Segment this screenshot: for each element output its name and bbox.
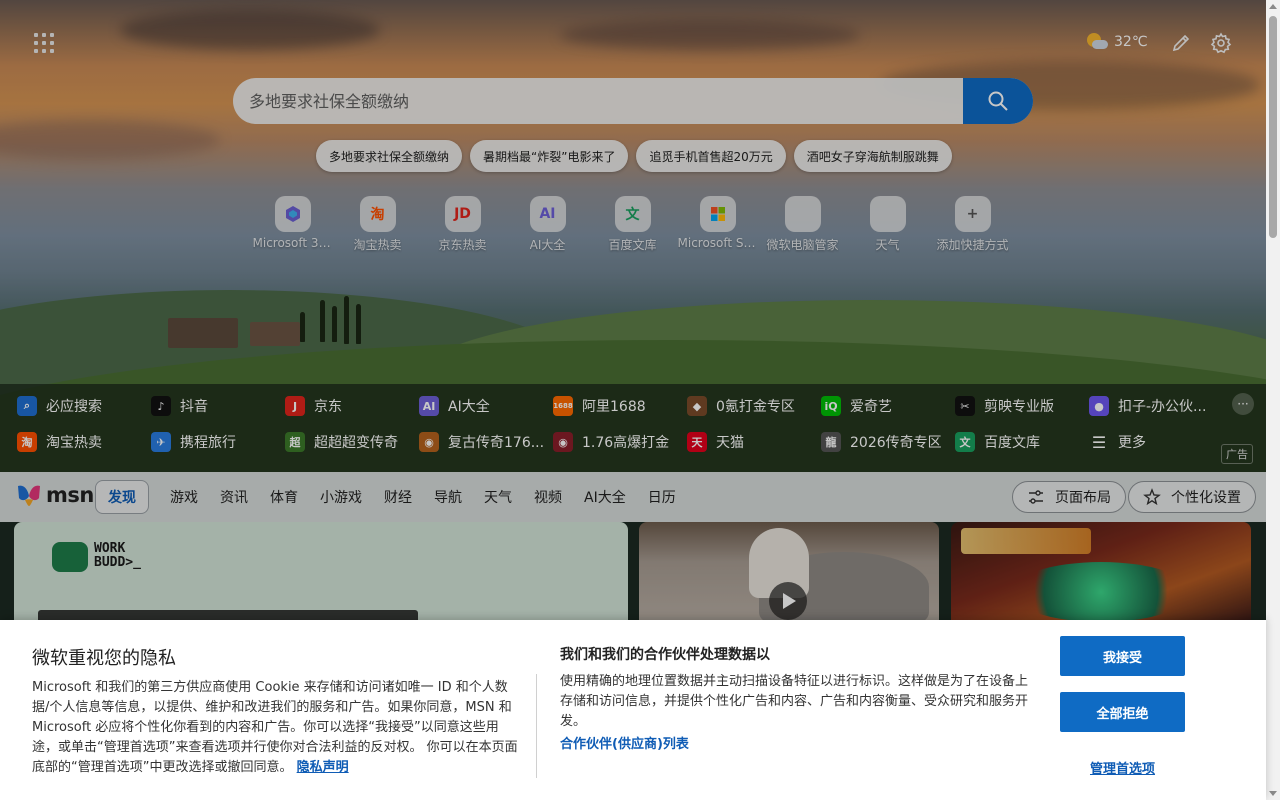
privacy-banner: 微软重视您的隐私 Microsoft 和我们的第三方供应商使用 Cookie 来… (0, 620, 1266, 800)
privacy-body-text: Microsoft 和我们的第三方供应商使用 Cookie 来存储和访问诸如唯一… (32, 680, 518, 775)
scroll-up-icon[interactable] (1269, 4, 1277, 9)
page-scrollbar[interactable] (1266, 0, 1280, 800)
privacy-title: 微软重视您的隐私 (32, 648, 176, 669)
scroll-down-icon[interactable] (1269, 791, 1277, 796)
accept-button[interactable]: 我接受 (1060, 636, 1185, 676)
privacy-body: Microsoft 和我们的第三方供应商使用 Cookie 来存储和访问诸如唯一… (32, 678, 518, 778)
privacy-subtitle: 我们和我们的合作伙伴处理数据以 (560, 647, 770, 663)
reject-all-button[interactable]: 全部拒绝 (1060, 692, 1185, 732)
privacy-purpose-text: 使用精确的地理位置数据并主动扫描设备特征以进行标识。这样做是为了在设备上存储和访… (560, 674, 1029, 729)
partners-list-link[interactable]: 合作伙伴(供应商)列表 (560, 733, 689, 752)
privacy-statement-link[interactable]: 隐私声明 (297, 760, 349, 775)
scrollbar-thumb[interactable] (1269, 16, 1277, 238)
privacy-divider (536, 674, 537, 778)
manage-preferences-link[interactable]: 管理首选项 (1060, 758, 1185, 777)
page-dim-overlay (0, 0, 1266, 620)
